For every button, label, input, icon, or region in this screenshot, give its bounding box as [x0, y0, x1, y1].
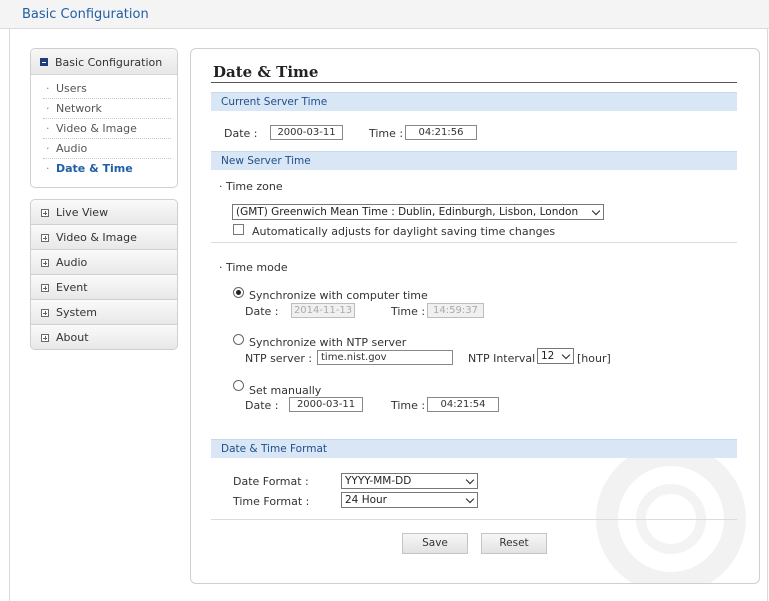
- chevron-down-icon: [465, 494, 475, 504]
- ntp-interval-label: NTP Interval :: [468, 352, 543, 365]
- ntp-server-input[interactable]: time.nist.gov: [317, 350, 453, 365]
- time-mode-label: · Time mode: [219, 261, 288, 274]
- sidebar-nav-label: Event: [56, 281, 88, 294]
- sidebar-item-video-image[interactable]: · Video & Image: [43, 119, 171, 139]
- chevron-down-icon: [591, 206, 601, 216]
- frame-border-right: [767, 29, 768, 601]
- expand-icon: [41, 234, 49, 242]
- radio-sync-ntp[interactable]: [233, 334, 244, 345]
- sync-computer-date-field: 2014-11-13: [291, 303, 355, 318]
- ntp-interval-value: 12: [541, 350, 555, 362]
- ntp-interval-unit: [hour]: [577, 352, 611, 365]
- divider: [211, 242, 737, 243]
- date-format-label: Date Format :: [233, 475, 309, 488]
- sidebar-group-label: Basic Configuration: [55, 56, 163, 69]
- manual-time-label: Time :: [391, 399, 426, 412]
- expand-icon: [41, 284, 49, 292]
- sidebar-item-label: Video & Image: [56, 122, 137, 135]
- sidebar-nav-label: Audio: [56, 256, 88, 269]
- divider: [211, 519, 737, 520]
- title-divider: [211, 82, 737, 83]
- bullet: ·: [46, 82, 50, 95]
- page-header-title: Basic Configuration: [22, 7, 149, 22]
- top-bar: Basic Configuration: [0, 0, 769, 29]
- sync-computer-date-label: Date :: [245, 305, 279, 318]
- sidebar-nav-audio[interactable]: Audio: [30, 249, 178, 275]
- main-panel: Date & Time Current Server Time Date : 2…: [190, 48, 760, 584]
- current-date-field: 2000-03-11: [270, 125, 343, 140]
- bullet: ·: [46, 142, 50, 155]
- radio-set-manually[interactable]: [233, 380, 244, 391]
- collapse-icon: [40, 58, 48, 66]
- bullet: ·: [46, 162, 50, 175]
- time-zone-select[interactable]: (GMT) Greenwich Mean Time : Dublin, Edin…: [232, 204, 604, 220]
- section-date-time-format: Date & Time Format: [211, 439, 737, 458]
- ntp-server-label: NTP server :: [245, 352, 313, 365]
- radio-sync-computer[interactable]: [233, 287, 244, 298]
- set-manually-label: Set manually: [249, 384, 322, 397]
- expand-icon: [41, 259, 49, 267]
- sidebar-nav-about[interactable]: About: [30, 324, 178, 350]
- ntp-interval-select[interactable]: 12: [537, 348, 574, 364]
- sidebar-item-label: Audio: [56, 142, 88, 155]
- manual-date-label: Date :: [245, 399, 279, 412]
- sidebar-item-label: Date & Time: [56, 162, 133, 175]
- time-zone-label: · Time zone: [219, 180, 283, 193]
- sync-computer-time-label: Time :: [391, 305, 426, 318]
- current-time-label: Time :: [369, 127, 404, 140]
- manual-time-input[interactable]: 04:21:54: [427, 397, 499, 412]
- bullet: ·: [46, 102, 50, 115]
- manual-date-input[interactable]: 2000-03-11: [289, 397, 363, 412]
- time-format-select[interactable]: 24 Hour: [341, 492, 478, 508]
- sidebar-item-label: Users: [56, 82, 87, 95]
- save-button[interactable]: Save: [402, 533, 468, 554]
- current-time-field: 04:21:56: [405, 125, 477, 140]
- sync-computer-label: Synchronize with computer time: [249, 289, 428, 302]
- time-format-value: 24 Hour: [345, 494, 387, 506]
- sidebar-item-date-time[interactable]: · Date & Time: [43, 159, 171, 179]
- page-title: Date & Time: [213, 63, 319, 81]
- current-date-label: Date :: [224, 127, 258, 140]
- dst-label: Automatically adjusts for daylight savin…: [252, 225, 556, 238]
- frame-border-left: [9, 29, 10, 601]
- sidebar-item-users[interactable]: · Users: [43, 79, 171, 99]
- sidebar-item-network[interactable]: · Network: [43, 99, 171, 119]
- section-current-server-time: Current Server Time: [211, 92, 737, 111]
- section-new-server-time: New Server Time: [211, 151, 737, 170]
- sidebar-nav-label: About: [56, 331, 89, 344]
- expand-icon: [41, 209, 49, 217]
- dst-checkbox[interactable]: [233, 224, 244, 235]
- chevron-down-icon: [465, 475, 475, 485]
- chevron-down-icon: [561, 350, 571, 360]
- sidebar-nav-event[interactable]: Event: [30, 274, 178, 300]
- sidebar-group-basic-configuration: Basic Configuration · Users · Network · …: [30, 48, 178, 188]
- sidebar-item-label: Network: [56, 102, 102, 115]
- expand-icon: [41, 334, 49, 342]
- sidebar-nav-label: System: [56, 306, 98, 319]
- sidebar-item-audio[interactable]: · Audio: [43, 139, 171, 159]
- sidebar-nav-label: Live View: [56, 206, 109, 219]
- sidebar-nav-label: Video & Image: [56, 231, 137, 244]
- date-format-value: YYYY-MM-DD: [345, 475, 412, 487]
- sync-computer-time-field: 14:59:37: [427, 303, 484, 318]
- sidebar-group-header[interactable]: Basic Configuration: [31, 49, 177, 75]
- expand-icon: [41, 309, 49, 317]
- sidebar-nav-live-view[interactable]: Live View: [30, 199, 178, 225]
- time-format-label: Time Format :: [233, 495, 310, 508]
- sidebar-nav-system[interactable]: System: [30, 299, 178, 325]
- bullet: ·: [46, 122, 50, 135]
- sidebar-nav-video-image[interactable]: Video & Image: [30, 224, 178, 250]
- date-format-select[interactable]: YYYY-MM-DD: [341, 473, 478, 489]
- time-zone-value: (GMT) Greenwich Mean Time : Dublin, Edin…: [236, 206, 579, 218]
- sync-ntp-label: Synchronize with NTP server: [249, 336, 407, 349]
- reset-button[interactable]: Reset: [481, 533, 547, 554]
